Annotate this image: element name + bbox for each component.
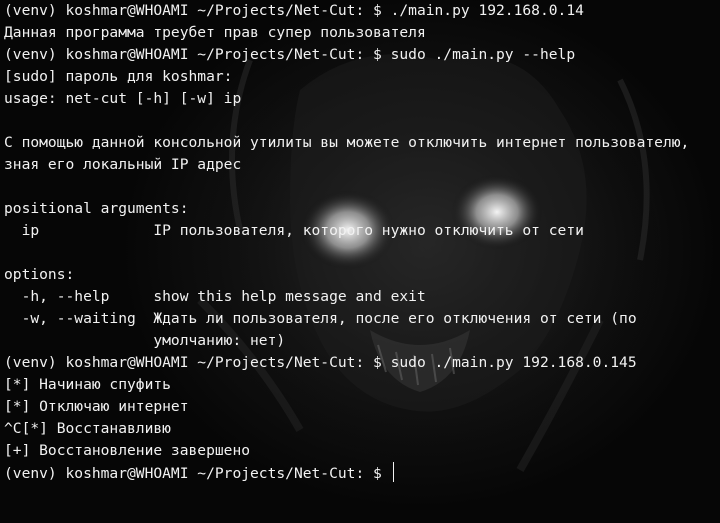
terminal-line: ^C[*] Восстанавливю bbox=[4, 420, 171, 437]
command-prompt-line[interactable]: (venv) koshmar@WHOAMI ~/Projects/Net-Cut… bbox=[4, 462, 689, 484]
terminal-line: options: bbox=[4, 266, 75, 283]
command-prompt: (venv) koshmar@WHOAMI ~/Projects/Net-Cut… bbox=[4, 465, 391, 482]
terminal-window[interactable]: (venv) koshmar@WHOAMI ~/Projects/Net-Cut… bbox=[0, 0, 720, 523]
terminal-line: (venv) koshmar@WHOAMI ~/Projects/Net-Cut… bbox=[4, 2, 584, 19]
terminal-line: [+] Восстановление завершено bbox=[4, 442, 251, 459]
text-cursor bbox=[392, 462, 395, 482]
terminal-line: ip IP пользователя, которого нужно отклю… bbox=[4, 222, 584, 239]
terminal-line: (venv) koshmar@WHOAMI ~/Projects/Net-Cut… bbox=[4, 46, 576, 63]
terminal-line: [*] Отключаю интернет bbox=[4, 398, 189, 415]
terminal-line: умолчанию: нет) bbox=[4, 332, 286, 349]
terminal-line: (venv) koshmar@WHOAMI ~/Projects/Net-Cut… bbox=[4, 354, 637, 371]
terminal-output: (venv) koshmar@WHOAMI ~/Projects/Net-Cut… bbox=[4, 0, 689, 484]
terminal-line: [sudo] пароль для koshmar: bbox=[4, 68, 233, 85]
terminal-line: С помощью данной консольной утилиты вы м… bbox=[4, 134, 690, 151]
terminal-line: -w, --waiting Ждать ли пользователя, пос… bbox=[4, 310, 637, 327]
terminal-line: зная его локальный IP адрес bbox=[4, 156, 242, 173]
terminal-line: [*] Начинаю спуфить bbox=[4, 376, 171, 393]
terminal-line: -h, --help show this help message and ex… bbox=[4, 288, 426, 305]
terminal-line: Данная программа треубет прав супер поль… bbox=[4, 24, 426, 41]
terminal-line: positional arguments: bbox=[4, 200, 189, 217]
terminal-line: usage: net-cut [-h] [-w] ip bbox=[4, 90, 242, 107]
